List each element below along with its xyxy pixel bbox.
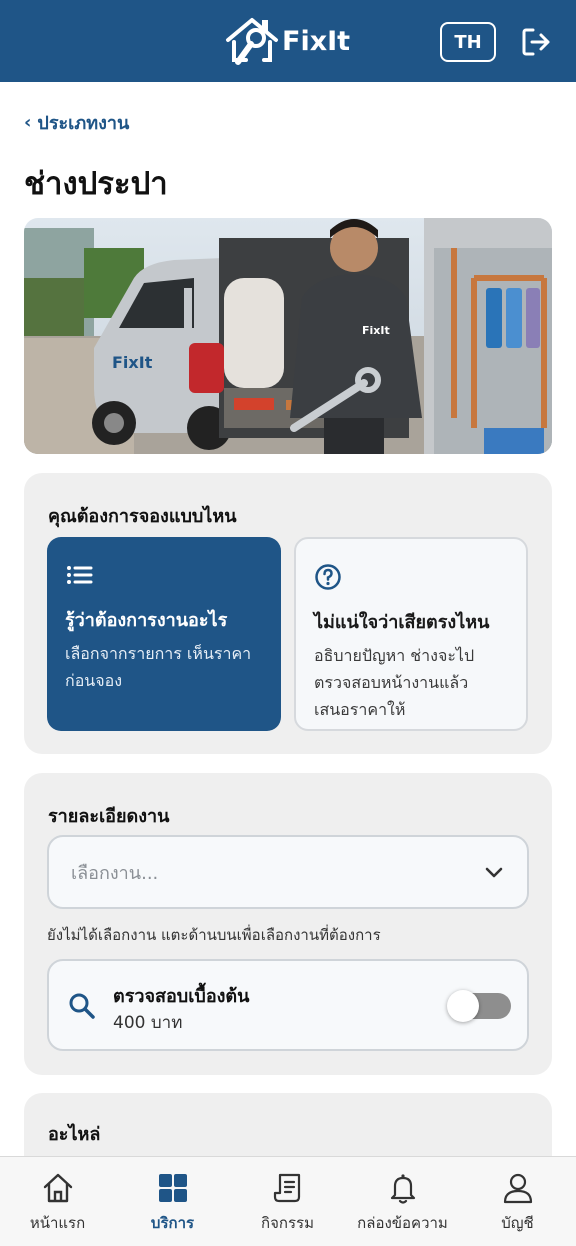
chevron-down-icon	[485, 867, 503, 878]
job-details-card: รายละเอียดงาน เลือกงาน... ยังไม่ได้เลือก…	[24, 773, 552, 1075]
nav-inbox[interactable]: กล่องข้อความ	[345, 1171, 460, 1235]
desc-line: เสนอราคาให้	[314, 700, 406, 719]
hero-image: FixIt FixIt	[24, 218, 552, 454]
desc-line: อธิบายปัญหา ช่างจะไป	[314, 646, 475, 665]
bottom-nav: หน้าแรก บริการ กิจกรรม กล่องข้อความ บัญช…	[0, 1156, 576, 1246]
language-button[interactable]: TH	[440, 22, 496, 62]
list-icon	[67, 566, 93, 584]
option-unsure-desc: อธิบายปัญหา ช่างจะไป ตรวจสอบหน้างานแล้ว …	[314, 642, 508, 723]
brand-name: FixIt	[282, 25, 351, 57]
option-known-job[interactable]: รู้ว่าต้องการงานอะไร เลือกจากรายการ เห็น…	[47, 537, 281, 731]
nav-home-label: หน้าแรก	[29, 1214, 86, 1232]
bell-icon	[390, 1174, 415, 1204]
back-link[interactable]: ‹ ประเภทงาน	[24, 108, 129, 137]
option-unsure[interactable]: ไม่แน่ใจว่าเสียตรงไหน อธิบายปัญหา ช่างจะ…	[294, 537, 528, 731]
job-select[interactable]: เลือกงาน...	[47, 835, 529, 909]
fixit-logo[interactable]: FixIt	[224, 14, 350, 68]
job-select-placeholder: เลือกงาน...	[71, 862, 159, 884]
nav-services[interactable]: บริการ	[115, 1171, 230, 1235]
job-select-hint: ยังไม่ได้เลือกงาน แตะด้านบนเพื่อเลือกงาน…	[47, 926, 381, 944]
desc-line: ตรวจสอบหน้างานแล้ว	[314, 673, 469, 692]
inspection-toggle[interactable]	[447, 990, 511, 1022]
home-icon	[43, 1173, 72, 1203]
nav-inbox-label: กล่องข้อความ	[357, 1214, 448, 1232]
option-known-job-desc: เลือกจากรายการ เห็นราคา ก่อนจอง	[65, 640, 263, 694]
toggle-knob	[447, 990, 479, 1022]
back-label: ประเภทงาน	[37, 113, 130, 134]
job-details-title: รายละเอียดงาน	[48, 806, 170, 827]
grid-icon	[158, 1174, 187, 1202]
booking-mode-title: คุณต้องการจองแบบไหน	[48, 506, 237, 527]
page-title: ช่างประปา	[24, 166, 168, 202]
nav-activity[interactable]: กิจกรรม	[230, 1171, 345, 1235]
booking-mode-card: คุณต้องการจองแบบไหน รู้ว่าต้องการงานอะไร…	[24, 473, 552, 754]
nav-account-label: บัญชี	[501, 1214, 534, 1232]
inspection-title: ตรวจสอบเบื้องต้น	[113, 986, 250, 1007]
plumber-van-illustration: FixIt FixIt	[24, 218, 552, 454]
parts-title: อะไหล่	[48, 1124, 101, 1145]
inspection-price: 400 บาท	[113, 1013, 183, 1033]
question-circle-icon	[315, 564, 341, 590]
desc-line: ก่อนจอง	[65, 671, 123, 690]
search-icon	[69, 993, 95, 1019]
option-known-job-title: รู้ว่าต้องการงานอะไร	[65, 610, 228, 631]
option-unsure-title: ไม่แน่ใจว่าเสียตรงไหน	[314, 612, 490, 633]
nav-activity-label: กิจกรรม	[261, 1214, 314, 1232]
user-icon	[503, 1173, 532, 1204]
desc-line: เลือกจากรายการ เห็นราคา	[65, 644, 252, 663]
house-wrench-logo-icon	[226, 18, 278, 65]
inspection-option: ตรวจสอบเบื้องต้น 400 บาท	[47, 959, 529, 1051]
nav-home[interactable]: หน้าแรก	[0, 1171, 115, 1235]
nav-account[interactable]: บัญชี	[460, 1171, 575, 1235]
logout-icon[interactable]	[520, 26, 552, 58]
document-icon	[273, 1173, 300, 1203]
jacket-brand-text: FixIt	[362, 324, 390, 337]
top-bar: FixIt TH	[0, 0, 576, 82]
chevron-left-icon: ‹	[24, 112, 32, 133]
truck-brand-text: FixIt	[112, 353, 153, 372]
nav-services-label: บริการ	[150, 1214, 195, 1232]
